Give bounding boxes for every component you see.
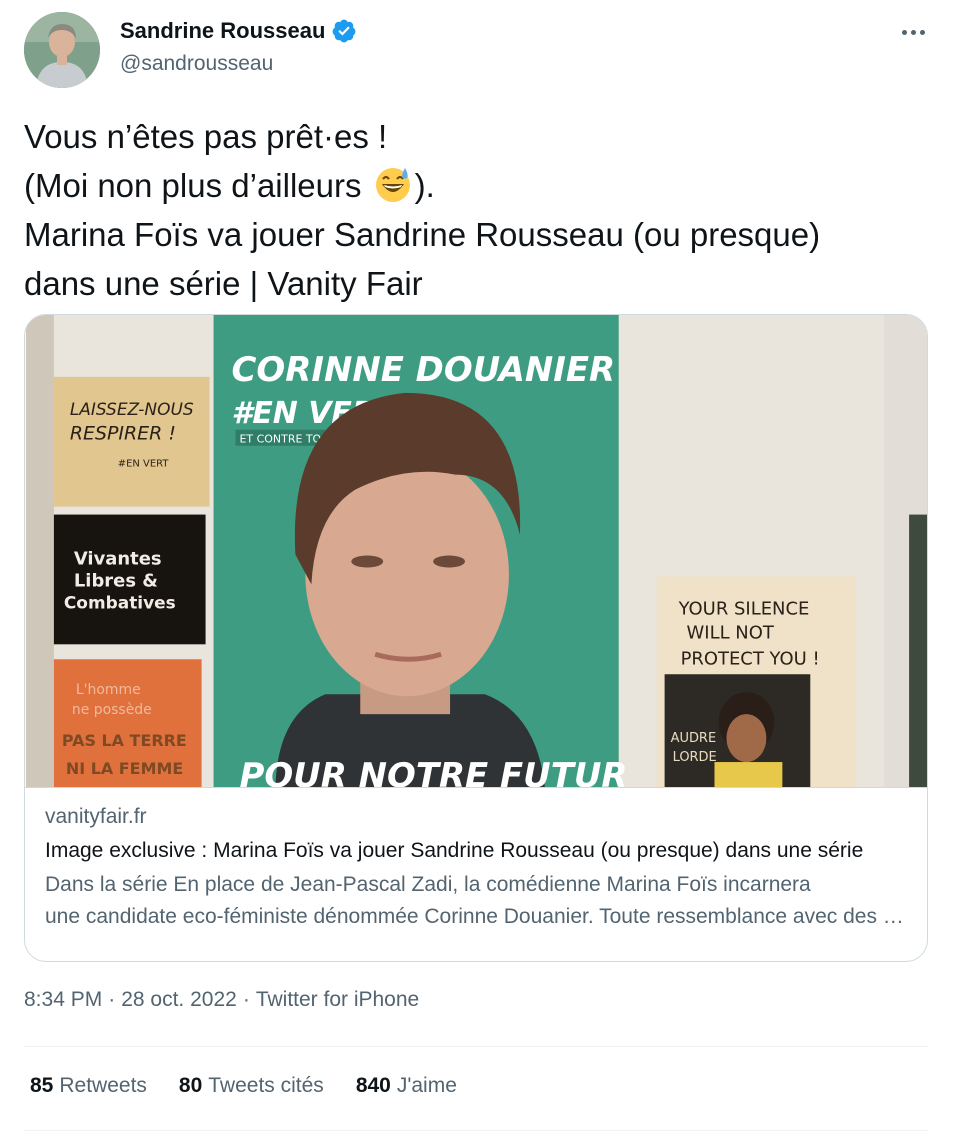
- sign-text: LAISSEZ-NOUS: [70, 399, 194, 419]
- sign-text: Vivantes: [74, 548, 162, 569]
- sign-text: YOUR SILENCE: [678, 598, 810, 619]
- card-description: Dans la série En place de Jean-Pascal Za…: [45, 869, 907, 933]
- author-avatar[interactable]: [24, 12, 100, 88]
- sign-text: PAS LA TERRE: [62, 731, 187, 750]
- sign-text: WILL NOT: [687, 622, 775, 643]
- divider: [24, 1046, 928, 1047]
- sign-text: Combatives: [64, 592, 176, 612]
- tweet-stats: 85 Retweets 80 Tweets cités 840 J'aime: [30, 1074, 457, 1098]
- grinning-face-with-sweat-emoji: [375, 168, 410, 202]
- tweet-source[interactable]: Twitter for iPhone: [256, 988, 419, 1011]
- poster-name: CORINNE DOUANIER: [232, 350, 616, 389]
- sign-text: ne possède: [72, 702, 152, 718]
- tweet-meta: 8:34 PM · 28 oct. 2022 · Twitter for iPhone: [24, 988, 420, 1011]
- tweet-line: Marina Foïs va jouer Sandrine Rousseau (…: [24, 216, 821, 253]
- more-options-icon[interactable]: [898, 20, 928, 44]
- sign-text: AUDRE: [671, 731, 717, 746]
- sign-text: L'homme: [76, 682, 141, 698]
- sign-text: NI LA FEMME: [66, 759, 183, 778]
- card-description-line: Dans la série En place de Jean-Pascal Za…: [45, 873, 811, 896]
- tweet-date[interactable]: 28 oct. 2022: [121, 988, 237, 1011]
- sign-text: LORDE: [673, 750, 717, 765]
- sign-text: PROTECT YOU !: [681, 648, 820, 669]
- tweet-time[interactable]: 8:34 PM: [24, 988, 102, 1011]
- verified-badge-icon: [333, 19, 356, 43]
- card-description-line: une candidate eco-féministe dénommée Cor…: [45, 905, 907, 928]
- tweet-line: (Moi non plus d’ailleurs ).: [24, 161, 934, 210]
- likes-stat[interactable]: 840 J'aime: [356, 1074, 457, 1098]
- card-domain: vanityfair.fr: [45, 805, 147, 828]
- tweet-text: Vous n’êtes pas prêt·es ! (Moi non plus …: [24, 112, 934, 308]
- retweets-stat[interactable]: 85 Retweets: [30, 1074, 147, 1098]
- author-name[interactable]: Sandrine Rousseau: [120, 18, 325, 44]
- link-card[interactable]: LAISSEZ-NOUS RESPIRER ! #EN VERT Vivante…: [24, 314, 928, 962]
- quote-tweets-stat[interactable]: 80 Tweets cités: [179, 1074, 324, 1098]
- tweet-line: dans une série | Vanity Fair: [24, 265, 423, 302]
- sign-text: #EN VERT: [118, 459, 170, 470]
- divider: [24, 1130, 928, 1131]
- author-handle[interactable]: @sandrousseau: [120, 52, 273, 76]
- sign-text: RESPIRER !: [70, 423, 176, 445]
- card-image[interactable]: LAISSEZ-NOUS RESPIRER ! #EN VERT Vivante…: [25, 315, 928, 788]
- poster-bottom-text: POUR NOTRE FUTUR: [240, 756, 628, 788]
- tweet-line: Vous n’êtes pas prêt·es !: [24, 118, 388, 155]
- sign-text: Libres &: [74, 570, 158, 591]
- avatar-photo: [24, 12, 100, 88]
- card-title: Image exclusive : Marina Foïs va jouer S…: [45, 839, 864, 862]
